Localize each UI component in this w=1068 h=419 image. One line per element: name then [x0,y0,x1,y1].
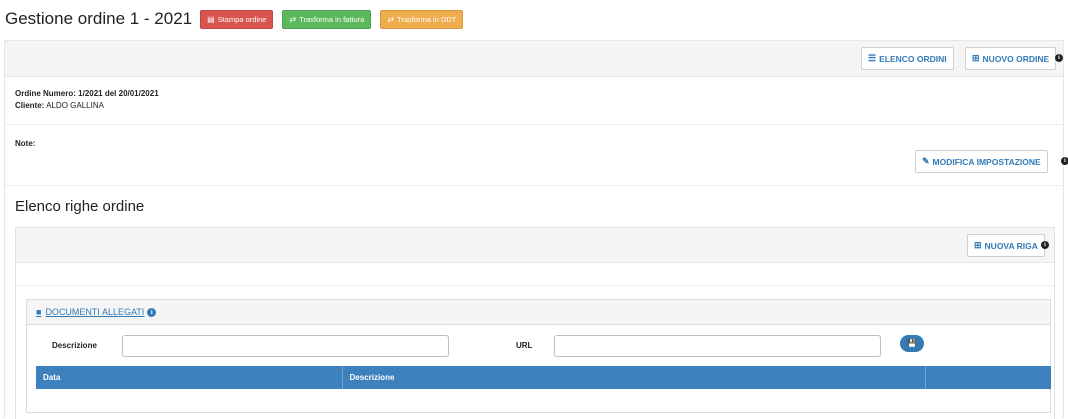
column-header-actions [925,366,1051,389]
exchange-icon: ⇄ [289,14,297,24]
documents-title-link[interactable]: ■ DOCUMENTI ALLEGATI i [36,307,157,317]
list-icon: ☰ [868,53,877,63]
save-button[interactable]: 💾 [900,335,924,352]
convert-ddt-label: Trasforma in DDT [397,14,457,24]
info-circle-icon[interactable]: i [1061,157,1068,165]
client-value: ALDO GALLINA [46,101,104,110]
print-order-label: Stampa ordine [217,14,267,24]
order-number-label: Ordine Numero: [15,89,76,98]
page-header: Gestione ordine 1 - 2021 ▤ Stampa ordine… [5,8,472,30]
exchange-icon: ⇄ [387,14,395,24]
section-title: Elenco righe ordine [15,198,145,215]
client-line: Cliente: ALDO GALLINA [15,100,159,112]
new-row-button[interactable]: ⊞ NUOVA RIGA [967,234,1045,257]
page-title: Gestione ordine 1 - 2021 [5,9,193,28]
url-input[interactable] [554,335,881,357]
order-number-line: Ordine Numero: 1/2021 del 20/01/2021 [15,88,159,100]
file-icon: ■ [36,307,42,317]
table-header-row: Data Descrizione [36,366,1051,389]
edit-settings-label: MODIFICA IMPOSTAZIONE [932,156,1041,167]
list-orders-button[interactable]: ☰ ELENCO ORDINI [861,47,954,70]
info-circle-icon[interactable]: i [1041,241,1049,249]
edit-settings-button[interactable]: ✎ MODIFICA IMPOSTAZIONE [915,150,1048,173]
edit-icon: ✎ [922,156,930,166]
info-circle-icon[interactable]: i [1055,54,1063,62]
convert-invoice-label: Trasforma in fattura [299,14,365,24]
order-info: Ordine Numero: 1/2021 del 20/01/2021 Cli… [15,88,159,112]
documents-header: ■ DOCUMENTI ALLEGATI i [27,300,1050,325]
new-order-label: NUOVO ORDINE [982,53,1050,64]
url-label: URL [516,341,533,350]
order-rows-panel: ⊞ NUOVA RIGA i ■ DOCUMENTI ALLEGATI i De… [15,227,1055,419]
description-label: Descrizione [52,341,97,350]
convert-invoice-button[interactable]: ⇄ Trasforma in fattura [282,9,372,29]
print-order-button[interactable]: ▤ Stampa ordine [200,9,274,29]
file-pdf-icon: ▤ [207,14,215,24]
plus-square-icon: ⊞ [972,53,980,63]
plus-square-icon: ⊞ [974,240,982,250]
convert-ddt-button[interactable]: ⇄ Trasforma in DDT [380,9,464,29]
divider [5,124,1063,125]
rows-toolbar: ⊞ NUOVA RIGA i [16,228,1054,263]
client-label: Cliente: [15,101,45,110]
divider [16,285,1054,286]
new-row-label: NUOVA RIGA [984,240,1038,251]
description-input[interactable] [122,335,449,357]
new-order-button[interactable]: ⊞ NUOVO ORDINE [965,47,1057,70]
divider [5,185,1063,186]
order-panel: ☰ ELENCO ORDINI ⊞ NUOVO ORDINE i Ordine … [4,40,1068,419]
documents-title: DOCUMENTI ALLEGATI [45,307,145,317]
info-circle-icon[interactable]: i [147,307,157,317]
save-icon: 💾 [907,339,917,348]
column-header-date[interactable]: Data [36,366,343,389]
attached-documents-panel: ■ DOCUMENTI ALLEGATI i Descrizione URL 💾… [26,299,1051,413]
order-number-value: 1/2021 del 20/01/2021 [78,89,159,98]
note-label: Note: [15,139,36,148]
list-orders-label: ELENCO ORDINI [879,53,947,64]
order-toolbar: ☰ ELENCO ORDINI ⊞ NUOVO ORDINE i [5,41,1063,77]
column-header-description[interactable]: Descrizione [342,366,926,389]
documents-table: Data Descrizione [36,366,1051,389]
